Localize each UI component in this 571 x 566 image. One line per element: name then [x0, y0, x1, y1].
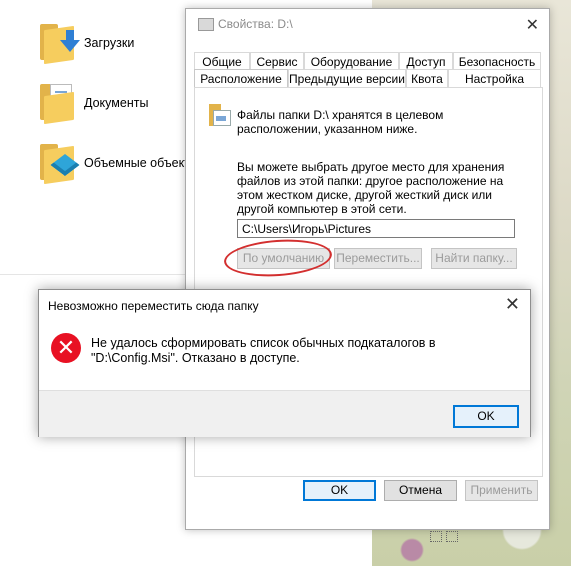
tabs-row-2: Расположение Предыдущие версии Квота Нас…: [194, 69, 541, 88]
error-ok-button[interactable]: OK: [453, 405, 519, 428]
documents-folder-icon: [38, 82, 78, 125]
explorer-item-documents[interactable]: Документы: [38, 82, 149, 125]
tab-quota[interactable]: Квота: [406, 69, 448, 88]
find-folder-button[interactable]: Найти папку...: [431, 248, 517, 269]
path-input[interactable]: C:\Users\Игорь\Pictures: [237, 219, 515, 238]
titlebar[interactable]: Свойства: D:\ ✕: [186, 9, 549, 39]
tab-location[interactable]: Расположение: [194, 69, 288, 88]
drive-icon: [198, 18, 214, 31]
thumbnail-icon[interactable]: [446, 531, 458, 542]
explorer-item-label: Загрузки: [84, 36, 135, 50]
error-dialog-title: Невозможно переместить сюда папку: [48, 299, 259, 313]
close-icon[interactable]: ✕: [526, 15, 539, 35]
error-dialog: Невозможно переместить сюда папку ✕ ✕ Не…: [38, 289, 531, 437]
window-title: Свойства: D:\: [218, 17, 293, 31]
ok-button[interactable]: OK: [303, 480, 376, 501]
location-description: Файлы папки D:\ хранятся в целевом распо…: [237, 108, 444, 136]
apply-button[interactable]: Применить: [465, 480, 538, 501]
pictures-folder-icon: [209, 104, 231, 128]
explorer-item-label: Документы: [84, 96, 149, 110]
dialog-button-bar: OK: [39, 390, 530, 437]
tab-previous-versions[interactable]: Предыдущие версии: [288, 69, 406, 88]
cancel-button[interactable]: Отмена: [384, 480, 457, 501]
view-icon[interactable]: [430, 531, 442, 542]
explorer-item-3d-objects[interactable]: Объемные объекты: [38, 142, 199, 185]
downloads-folder-icon: [38, 22, 80, 65]
info-description: Вы можете выбрать другое место для хране…: [237, 160, 505, 216]
close-icon[interactable]: ✕: [505, 294, 520, 315]
error-message: Не удалось сформировать список обычных п…: [91, 336, 436, 365]
status-icons: [430, 531, 470, 545]
move-button[interactable]: Переместить...: [334, 248, 422, 269]
tab-customize[interactable]: Настройка: [448, 69, 541, 88]
error-icon: ✕: [51, 333, 81, 363]
3d-objects-folder-icon: [38, 142, 80, 185]
explorer-item-label: Объемные объекты: [84, 156, 199, 170]
explorer-item-downloads[interactable]: Загрузки: [38, 22, 135, 65]
